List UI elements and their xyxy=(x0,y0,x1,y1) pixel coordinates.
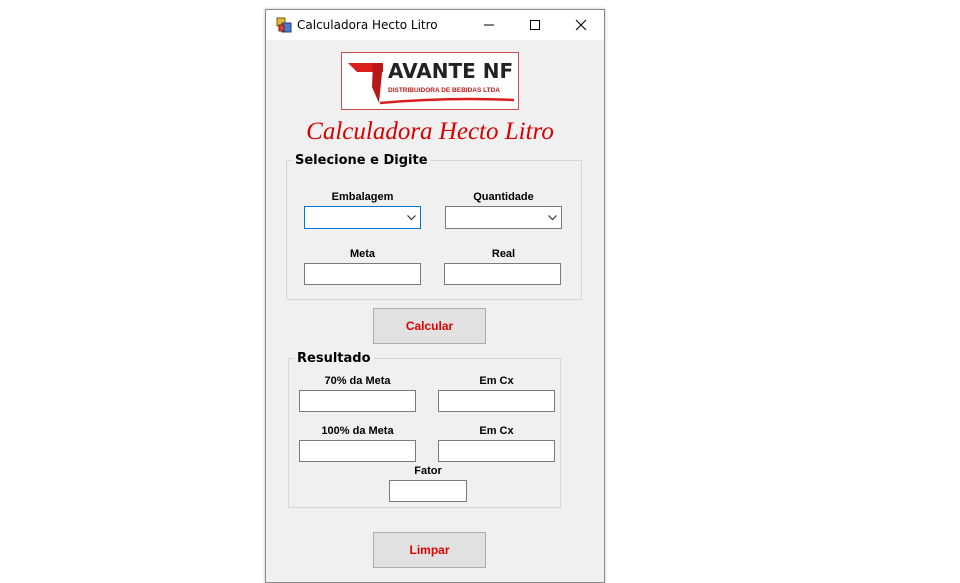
meta70-label: 70% da Meta xyxy=(324,375,391,387)
meta70-output[interactable] xyxy=(299,390,416,412)
calculator-window: Calculadora Hecto Litro AVANTE NF DISTRI… xyxy=(265,9,605,583)
quantidade-label: Quantidade xyxy=(473,191,534,203)
emcx2-label: Em Cx xyxy=(479,425,514,437)
logo-swoosh xyxy=(379,97,515,105)
real-input[interactable] xyxy=(444,263,561,285)
embalagem-select[interactable] xyxy=(304,206,421,229)
window-title: Calculadora Hecto Litro xyxy=(297,18,438,32)
emcx2-output[interactable] xyxy=(438,440,555,462)
fator-output[interactable] xyxy=(389,480,467,502)
calcular-button[interactable]: Calcular xyxy=(373,308,486,344)
close-button[interactable] xyxy=(558,10,604,40)
company-logo: AVANTE NF DISTRIBUIDORA DE BEBIDAS LTDA xyxy=(341,52,519,110)
result-group-legend: Resultado xyxy=(294,351,374,366)
app-heading: Calculadora Hecto Litro xyxy=(306,118,554,145)
logo-subtitle: DISTRIBUIDORA DE BEBIDAS LTDA xyxy=(388,87,500,94)
minimize-icon xyxy=(484,24,494,26)
logo-name: AVANTE NF xyxy=(388,59,514,83)
meta100-label: 100% da Meta xyxy=(321,425,394,437)
app-window-icon xyxy=(276,17,292,33)
emcx1-output[interactable] xyxy=(438,390,555,412)
emcx1-label: Em Cx xyxy=(479,375,514,387)
chevron-down-icon xyxy=(407,215,416,221)
fator-label: Fator xyxy=(414,465,442,477)
limpar-button[interactable]: Limpar xyxy=(373,532,486,568)
maximize-icon xyxy=(530,20,540,30)
quantidade-select[interactable] xyxy=(445,206,562,229)
close-icon xyxy=(575,19,587,31)
meta100-output[interactable] xyxy=(299,440,416,462)
meta-input[interactable] xyxy=(304,263,421,285)
minimize-button[interactable] xyxy=(466,10,512,40)
real-label: Real xyxy=(491,248,516,260)
title-bar[interactable]: Calculadora Hecto Litro xyxy=(266,10,604,40)
maximize-button[interactable] xyxy=(512,10,558,40)
input-group-legend: Selecione e Digite xyxy=(292,153,431,168)
chevron-down-icon xyxy=(548,215,557,221)
embalagem-label: Embalagem xyxy=(331,191,394,203)
meta-label: Meta xyxy=(349,248,376,260)
